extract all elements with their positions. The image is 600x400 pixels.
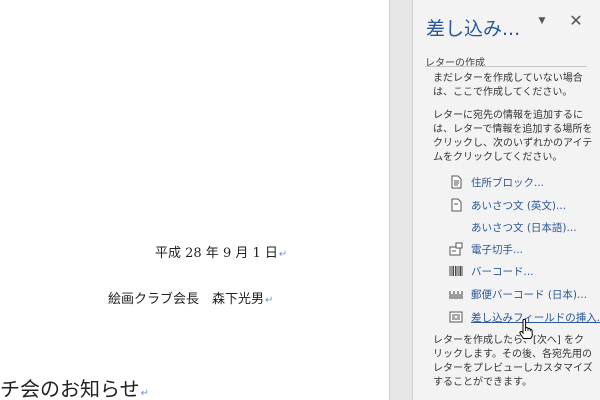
pane-options-dropdown-icon[interactable]: ▼ [535,14,549,28]
document-area: 平成 28 年 9 月 1 日↵ 絵画クラブ会長 森下光男↵ チ会のお知らせ↵ [0,0,405,400]
intro-text: まだレターを作成していない場合は、ここで作成してください。 [433,73,583,98]
date-line: 平成 28 年 9 月 1 日↵ [155,246,288,261]
instruction-text: レターに宛先の情報を追加するには、レターで情報を追加する場所をクリックし、次のい… [433,110,593,163]
postal-barcode-link[interactable]: 郵便バーコード (日本)... [449,286,587,302]
insert-merge-field-icon [449,310,463,324]
address-block-link[interactable]: 住所ブロック... [449,174,544,190]
footer-text: レターを作成したら、[次へ] をクリックします。その後、各宛先用のレターをプレビ… [433,335,593,388]
paragraph-mark: ↵ [140,388,149,399]
greeting-line-english-link[interactable]: あいさつ文 (英文)... [449,197,566,213]
address-block-icon [449,175,463,189]
postal-barcode-icon [449,287,463,301]
hand-pointer-cursor-icon [519,319,533,339]
barcode-link[interactable]: バーコード... [449,263,534,279]
electronic-postage-icon [449,242,463,256]
electronic-postage-link[interactable]: 電子切手... [449,241,523,257]
sender-line: 絵画クラブ会長 森下光男↵ [108,292,274,307]
barcode-icon [449,264,463,278]
pane-title: 差し込み... [426,18,521,40]
paragraph-mark: ↵ [278,249,288,260]
paragraph-mark: ↵ [265,295,274,306]
pane-close-icon[interactable]: ✕ [568,12,584,30]
mail-merge-pane: 差し込み... ▼ ✕ レターの作成 まだレターを作成していない場合は、ここで作… [413,0,600,400]
document-page[interactable]: 平成 28 年 9 月 1 日↵ 絵画クラブ会長 森下光男↵ チ会のお知らせ↵ [0,0,390,400]
greeting-line-japanese-link[interactable]: あいさつ文 (日本語)... [449,219,577,235]
section-divider [425,66,587,67]
greeting-line-icon [449,198,463,212]
notice-heading: チ会のお知らせ↵ [0,377,149,400]
